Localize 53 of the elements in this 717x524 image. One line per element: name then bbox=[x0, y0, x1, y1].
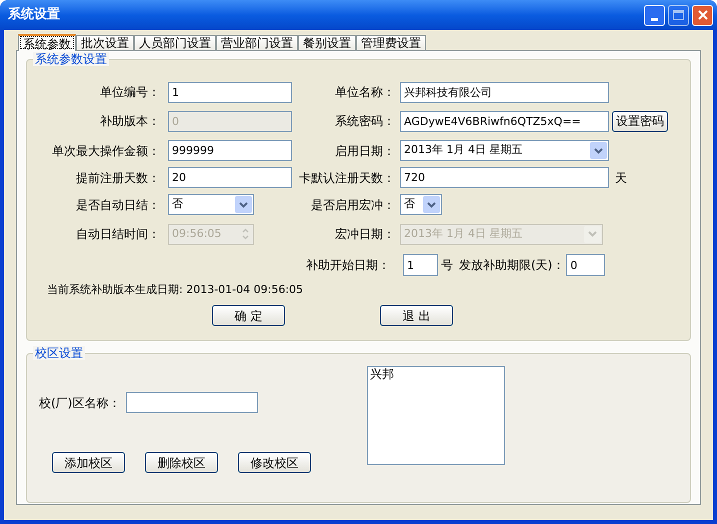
field-label: 卡默认注册天数： bbox=[299, 170, 395, 186]
dropdown[interactable]: 否 bbox=[400, 194, 442, 215]
field-label: 补助版本： bbox=[100, 113, 160, 130]
field-label: 校(厂)区名称： bbox=[39, 394, 120, 412]
field-label: 是否启用宏冲： bbox=[311, 196, 395, 214]
text-field[interactable]: 兴邦科技有限公司 bbox=[400, 82, 609, 102]
field-label: 自动日结时间： bbox=[76, 226, 160, 243]
unit-label: 号 bbox=[441, 257, 453, 274]
field-label: 单次最大操作金额： bbox=[52, 142, 160, 160]
field-label: 发放补助期限(天)： bbox=[459, 257, 564, 274]
text-field[interactable]: 20 bbox=[168, 167, 292, 188]
unit-label: 天 bbox=[615, 170, 627, 186]
campus-button[interactable]: 删除校区 bbox=[145, 452, 218, 473]
field-label: 单位编号： bbox=[100, 84, 160, 101]
group-title: 系统参数设置 bbox=[33, 52, 109, 66]
maximize-button[interactable] bbox=[668, 4, 689, 26]
campus-button[interactable]: 修改校区 bbox=[238, 452, 311, 473]
limit-field[interactable]: 0 bbox=[566, 254, 606, 276]
campus-name-field[interactable] bbox=[126, 392, 258, 413]
tab[interactable]: 管理费设置 bbox=[356, 35, 426, 50]
version-note: 当前系统补助版本生成日期: 2013-01-04 09:56:05 bbox=[47, 283, 304, 297]
tab[interactable]: 批次设置 bbox=[76, 35, 134, 50]
spinner-arrows-icon bbox=[242, 228, 248, 240]
dropdown[interactable]: 否 bbox=[168, 194, 254, 215]
day-field[interactable]: 1 bbox=[403, 254, 438, 276]
list-item[interactable]: 兴邦 bbox=[370, 367, 394, 382]
campus-list[interactable]: 兴邦 bbox=[367, 366, 505, 465]
minimize-button[interactable] bbox=[644, 4, 665, 26]
campus-button[interactable]: 添加校区 bbox=[52, 452, 125, 473]
ok-button[interactable]: 确 定 bbox=[212, 305, 285, 326]
set-password-button[interactable]: 设置密码 bbox=[612, 110, 668, 132]
text-field[interactable]: AGDywE4V6BRiwfn6QTZ5xQ== bbox=[400, 110, 609, 132]
window-title: 系统设置 bbox=[8, 6, 61, 24]
field-label: 是否自动日结： bbox=[76, 196, 160, 214]
field-label: 系统密码： bbox=[335, 113, 395, 130]
field-label: 补助开始日期： bbox=[306, 257, 390, 274]
maximize-icon bbox=[673, 10, 684, 20]
field-label: 启用日期： bbox=[335, 142, 395, 160]
text-field[interactable]: 720 bbox=[400, 167, 609, 188]
dropdown[interactable]: 2013年 1月 4日 星期五 bbox=[400, 140, 609, 161]
field-label: 提前注册天数： bbox=[76, 170, 160, 186]
exit-button[interactable]: 退 出 bbox=[380, 305, 453, 326]
text-field[interactable]: 999999 bbox=[168, 140, 292, 161]
field-label: 宏冲日期： bbox=[335, 226, 395, 243]
close-icon bbox=[698, 10, 708, 20]
tab[interactable]: 营业部门设置 bbox=[216, 35, 298, 50]
group-title: 校区设置 bbox=[33, 346, 85, 360]
close-button[interactable] bbox=[692, 4, 713, 26]
field-label: 单位名称： bbox=[335, 84, 395, 101]
text-field[interactable]: 1 bbox=[168, 82, 292, 102]
tab[interactable]: 人员部门设置 bbox=[134, 35, 216, 50]
minimize-icon bbox=[651, 18, 658, 20]
tab[interactable]: 餐别设置 bbox=[298, 35, 356, 50]
